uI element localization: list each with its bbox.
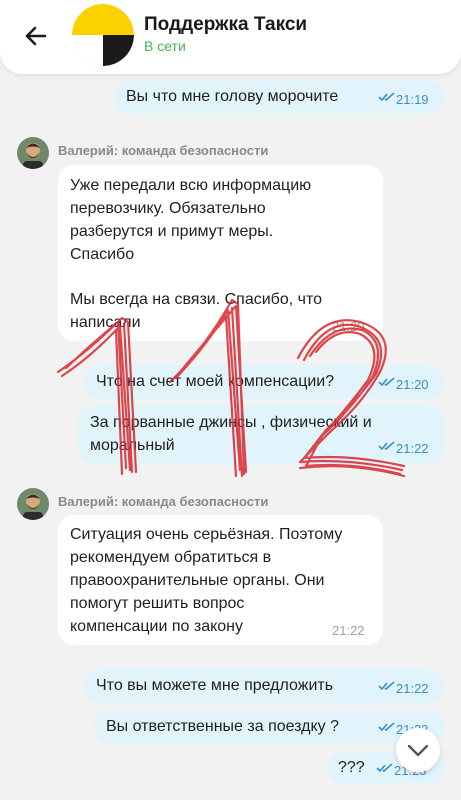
support-avatar-logo[interactable] [72,4,134,66]
message-line: Спасибо [70,246,135,263]
read-ticks-icon [376,763,393,773]
read-ticks-icon [378,681,395,691]
message-bubble-incoming[interactable]: Ситуация очень серьёзная. Поэтому рекоме… [58,515,383,645]
message-text: Что на счет моей компенсации? [96,373,335,390]
message-bubble-incoming[interactable]: Уже передали всю информацию перевозчику.… [58,165,383,341]
message-line: моральный [90,437,175,454]
message-bubble-outgoing[interactable]: Что вы можете мне предложить 21:22 [84,669,444,703]
message-text: ??? [338,759,365,776]
message-bubble-outgoing[interactable]: За порванные джинсы , физический и морал… [78,405,444,465]
message-time: 21:22 [396,681,429,696]
message-time: 21:20 [332,319,365,334]
arrow-left-icon [25,26,47,46]
message-bubble-outgoing[interactable]: Что на счет моей компенсации? 21:20 [84,365,444,399]
person-avatar-icon [17,488,49,520]
back-button[interactable] [18,18,54,54]
message-bubble-outgoing[interactable]: Вы что мне голову морочите 21:19 [114,80,444,114]
message-bubble-outgoing[interactable]: Вы ответственные за поездку ? 21:23 [94,710,444,744]
read-ticks-icon [378,92,395,102]
message-time: 21:20 [396,377,429,392]
person-avatar-icon [17,137,49,169]
message-line: разберутся и примут меры. [70,223,274,240]
message-line: помогут решить вопрос [70,595,245,612]
message-line: перевозчику. Обязательно [70,200,266,217]
chat-header: Поддержка Такси В сети [0,0,461,74]
sender-name: Валерий: команда безопасности [58,494,269,509]
chat-title: Поддержка Такси [144,14,308,35]
online-status: В сети [144,38,186,54]
message-line: Ситуация очень серьёзная. Поэтому [70,526,343,543]
message-text: Вы что мне голову морочите [126,88,339,105]
message-line: правоохранительные органы. Они [70,572,325,589]
sender-avatar[interactable] [17,488,49,520]
message-text: Что вы можете мне предложить [96,677,334,694]
message-line: рекомендуем обратиться в [70,549,272,566]
sender-name: Валерий: команда безопасности [58,143,269,158]
sender-avatar[interactable] [17,137,49,169]
chevron-down-icon [407,744,429,757]
scroll-down-button[interactable] [396,728,440,772]
message-line: Мы всегда на связи. Спасибо, что [70,291,323,308]
message-line: компенсации по закону [70,618,244,635]
message-time: 21:22 [332,623,365,638]
message-line: написали [70,314,141,331]
message-time: 21:22 [396,441,429,456]
read-ticks-icon [378,441,395,451]
message-line: Уже передали всю информацию [70,177,312,194]
message-line: За порванные джинсы , физический и [90,414,372,431]
read-ticks-icon [378,377,395,387]
message-time: 21:19 [396,92,429,107]
yandex-taxi-logo-icon [72,4,134,66]
message-text: Вы ответственные за поездку ? [106,718,340,735]
read-ticks-icon [378,722,395,732]
